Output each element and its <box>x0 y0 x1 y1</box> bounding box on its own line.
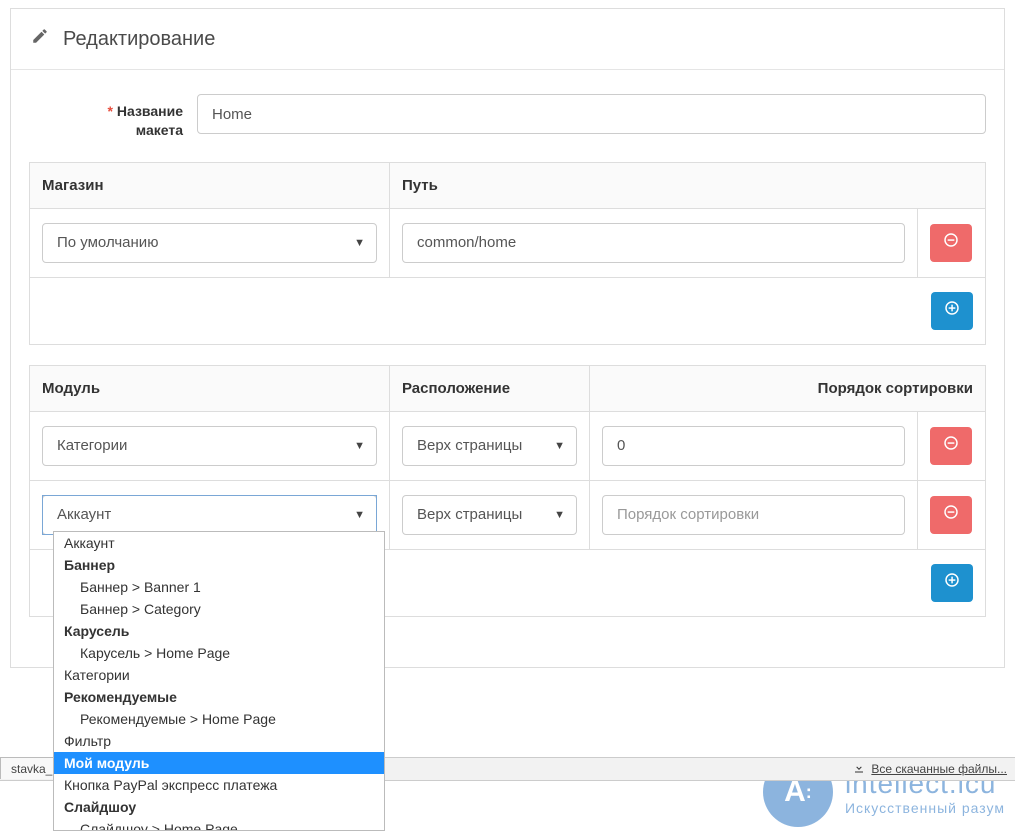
store-select[interactable]: По умолчанию ▼ <box>42 223 377 263</box>
dropdown-option[interactable]: Категории <box>54 664 384 686</box>
panel-header: Редактирование <box>11 9 1004 70</box>
dropdown-option[interactable]: Мой модуль <box>54 752 384 774</box>
dropdown-option[interactable]: Рекомендуемые > Home Page <box>54 708 384 730</box>
dropdown-option[interactable]: Кнопка PayPal экспресс платежа <box>54 774 384 796</box>
add-module-button[interactable] <box>931 564 973 602</box>
routes-header-store: Магазин <box>30 162 390 208</box>
layout-name-input[interactable] <box>197 94 986 134</box>
watermark-tagline: Искусственный разум <box>845 800 1005 816</box>
remove-module-button[interactable] <box>930 427 972 465</box>
remove-module-button[interactable] <box>930 496 972 534</box>
modules-header-module: Модуль <box>30 365 390 411</box>
dropdown-option[interactable]: Фильтр <box>54 730 384 752</box>
minus-circle-icon <box>943 435 959 456</box>
dropdown-option[interactable]: Рекомендуемые <box>54 686 384 708</box>
minus-circle-icon <box>943 504 959 525</box>
route-add-row <box>30 277 986 344</box>
add-route-button[interactable] <box>931 292 973 330</box>
dropdown-option[interactable]: Слайдшоу > Home Page <box>54 818 384 831</box>
panel-title: Редактирование <box>63 28 215 51</box>
dropdown-option[interactable]: Аккаунт <box>54 532 384 554</box>
routes-table: Магазин Путь По умолчанию ▼ <box>29 162 986 345</box>
download-icon <box>853 762 865 777</box>
dropdown-option[interactable]: Баннер > Banner 1 <box>54 576 384 598</box>
position-select-1[interactable]: Верх страницы ▼ <box>402 495 577 535</box>
modules-header-sort: Порядок сортировки <box>590 365 986 411</box>
minus-circle-icon <box>943 232 959 253</box>
dropdown-option[interactable]: Карусель > Home Page <box>54 642 384 664</box>
sort-input-1[interactable] <box>602 495 905 535</box>
required-star: * <box>107 103 112 119</box>
modules-header-position: Расположение <box>390 365 590 411</box>
layout-name-label: *Название макета <box>29 94 197 140</box>
sort-input-0[interactable] <box>602 426 905 466</box>
dropdown-option[interactable]: Карусель <box>54 620 384 642</box>
dropdown-option[interactable]: Слайдшоу <box>54 796 384 818</box>
routes-header-path: Путь <box>390 162 986 208</box>
pencil-icon <box>31 27 49 51</box>
module-row: Категории ▼ Верх страницы ▼ <box>30 411 986 480</box>
module-select-0[interactable]: Категории ▼ <box>42 426 377 466</box>
position-select-0[interactable]: Верх страницы ▼ <box>402 426 577 466</box>
route-path-input[interactable] <box>402 223 905 263</box>
dropdown-option[interactable]: Баннер <box>54 554 384 576</box>
dropdown-option[interactable]: Баннер > Category <box>54 598 384 620</box>
show-all-downloads-link[interactable]: Все скачанные файлы... <box>853 762 1007 777</box>
remove-route-button[interactable] <box>930 224 972 262</box>
route-row: По умолчанию ▼ <box>30 208 986 277</box>
module-dropdown-list[interactable]: АккаунтБаннерБаннер > Banner 1Баннер > C… <box>53 531 385 831</box>
plus-circle-icon <box>944 572 960 593</box>
plus-circle-icon <box>944 300 960 321</box>
layout-name-row: *Название макета <box>29 94 986 140</box>
module-select-1[interactable]: Аккаунт ▼ <box>42 495 377 535</box>
